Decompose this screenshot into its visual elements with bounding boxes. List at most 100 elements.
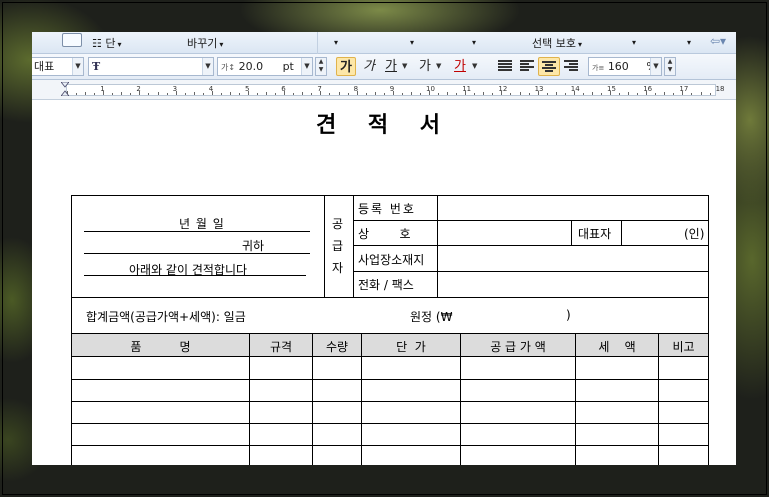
ruler-tick: [229, 92, 231, 95]
font-size-field[interactable]: 가↕ 20.0 pt ▼: [217, 57, 313, 76]
line-spacing-stepper[interactable]: ▲ ▼: [664, 57, 676, 76]
table-border: [71, 297, 709, 298]
ruler-tick: [202, 93, 204, 95]
ruler-tick: [637, 93, 639, 95]
ruler-tick: [320, 91, 322, 95]
registration-number-label: 등록 번호: [358, 202, 416, 216]
ruler-tick: [655, 93, 657, 95]
ruler-tick: [383, 93, 385, 95]
ruler-tick: [311, 93, 313, 95]
ruler-tick: [456, 93, 458, 95]
document-title: 견 적 서: [315, 112, 453, 138]
chevron-down-icon[interactable]: ▾: [472, 38, 476, 47]
center-align-icon: [542, 61, 556, 73]
chevron-down-icon: ▼: [650, 58, 661, 75]
ribbon-replace-button[interactable]: 바꾸기 ▾: [187, 35, 223, 51]
ruler-number: 12: [498, 85, 508, 93]
horizontal-ruler[interactable]: 1 2 3 4 5 6 7 8 9 10 11 12 13 14 15 16 17 18: [32, 80, 736, 100]
table-border: [353, 195, 354, 297]
ruler-tick: [619, 93, 621, 95]
bold-label: 가: [340, 60, 352, 75]
table-border: [353, 245, 709, 246]
font-color-label: 가: [454, 59, 466, 74]
chevron-down-icon: ▼: [72, 58, 83, 75]
date-field[interactable]: 년 월 일: [179, 215, 225, 232]
ruler-tick: [582, 93, 584, 95]
font-select[interactable]: Ŧ ▼: [88, 57, 214, 76]
document-page[interactable]: 견 적 서 년 월 일 귀하 아래와 같이 견적합니다 공 급 자 등록 번호 …: [32, 101, 736, 465]
ribbon-protect-label: 선택 보호: [532, 37, 576, 50]
ruler-tick: [248, 91, 249, 95]
ribbon-separator: [317, 32, 318, 54]
phone-fax-label: 전화 / 팩스: [358, 278, 414, 292]
chevron-down-icon[interactable]: ▼: [402, 57, 407, 76]
ruler-tick: [374, 92, 376, 95]
table-border: [324, 195, 325, 297]
italic-label: 가: [363, 59, 375, 74]
chevron-down-icon[interactable]: ▾: [410, 38, 414, 47]
style-select-value: 대표: [34, 60, 55, 73]
bold-button[interactable]: 가: [336, 57, 356, 76]
strike-button[interactable]: 가: [415, 57, 435, 76]
justify-align-icon[interactable]: [498, 60, 512, 72]
line-spacing-field[interactable]: 가≡ 160 % ▼: [588, 57, 662, 76]
chevron-down-icon[interactable]: ▾: [632, 38, 636, 47]
word-processor-window: ☷ 단 ▾ 바꾸기 ▾ ▾ ▾ ▾ 선택 보호 ▾ ▾ ▾ ⇦▾ 대표 ▼ Ŧ ▼ 가…: [32, 32, 736, 465]
ruler-tick: [76, 93, 78, 95]
ruler-tick: [175, 91, 177, 95]
column-icon[interactable]: [62, 33, 82, 47]
ruler-tick: [392, 91, 394, 95]
ruler-tick: [501, 91, 503, 95]
company-name-label: 상 호: [358, 227, 411, 241]
chevron-down-icon[interactable]: ▼: [436, 57, 441, 76]
ruler-tick: [293, 93, 295, 95]
ruler-tick: [519, 92, 521, 95]
font-size-stepper[interactable]: ▲ ▼: [315, 57, 327, 76]
ruler-tick: [338, 92, 340, 95]
ruler-tick: [184, 93, 186, 95]
italic-button[interactable]: 가: [359, 57, 379, 76]
ruler-tick: [148, 93, 150, 95]
chevron-down-icon[interactable]: ▾: [687, 38, 691, 47]
business-address-label: 사업장소재지: [358, 253, 425, 267]
ruler-tick: [664, 92, 666, 95]
table-row-line: [71, 423, 709, 424]
ruler-tick: [329, 93, 331, 95]
left-align-icon[interactable]: [520, 60, 534, 72]
ruler-number: 14: [570, 85, 580, 93]
ribbon-column-button[interactable]: ☷ 단 ▾: [92, 35, 122, 51]
table-row-line: [71, 445, 709, 446]
center-align-button[interactable]: [538, 57, 560, 76]
formatting-toolbar: 대표 ▼ Ŧ ▼ 가↕ 20.0 pt ▼ ▲ ▼ 가 가 가 ▼ 가 ▼ 가 ▼…: [32, 54, 736, 80]
underline-button[interactable]: 가: [381, 57, 401, 76]
right-align-icon[interactable]: [564, 60, 578, 72]
ruler-tick: [646, 91, 648, 95]
ruler-tick: [682, 91, 684, 95]
total-amount-label: 합계금액(공급가액+세액): 일금: [86, 310, 246, 324]
ruler-tick: [709, 93, 711, 95]
table-row-line: [71, 401, 709, 402]
column-header-unit-price: 단 가: [396, 340, 426, 354]
ruler-tick: [483, 92, 485, 95]
ruler-tick: [94, 93, 96, 95]
chevron-down-icon[interactable]: ▾: [334, 38, 338, 47]
chevron-down-icon[interactable]: ▼: [472, 57, 477, 76]
ruler-number: 16: [643, 85, 653, 93]
back-arrow-icon[interactable]: ⇦▾: [710, 34, 726, 48]
indent-marker-icon[interactable]: [61, 82, 69, 96]
size-icon: 가↕: [221, 63, 236, 72]
table-border: [621, 220, 622, 245]
ruler-tick: [365, 93, 367, 95]
style-select[interactable]: 대표 ▼: [32, 57, 84, 76]
ribbon: ☷ 단 ▾ 바꾸기 ▾ ▾ ▾ ▾ 선택 보호 ▾ ▾ ▾ ⇦▾: [32, 32, 736, 54]
table-border: [708, 195, 709, 465]
ruler-tick: [573, 91, 575, 95]
ruler-tick: [438, 93, 440, 95]
ruler-tick: [211, 91, 213, 95]
underline-label: 가: [385, 59, 397, 74]
ruler-tick: [628, 92, 630, 95]
ribbon-protect-button[interactable]: 선택 보호 ▾: [532, 35, 582, 51]
ruler-tick: [166, 93, 168, 95]
ruler-tick: [157, 92, 159, 95]
font-color-button[interactable]: 가: [450, 57, 470, 76]
